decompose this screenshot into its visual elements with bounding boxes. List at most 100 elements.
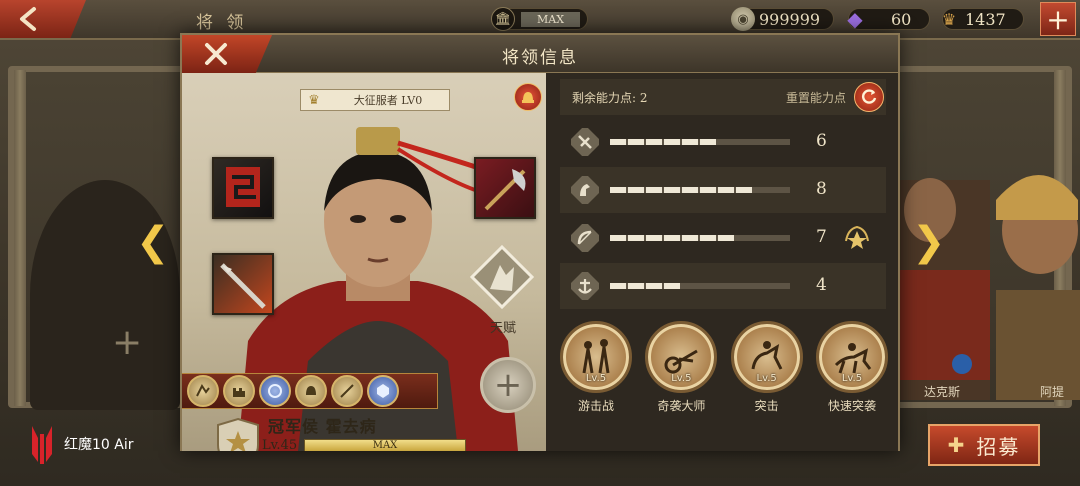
background-heroes bbox=[900, 175, 1080, 400]
stat-bar-segment bbox=[772, 283, 788, 289]
horse-icon bbox=[568, 173, 602, 207]
skill-icon: Lv.5 bbox=[815, 321, 888, 393]
stat-bar-segment bbox=[646, 235, 662, 241]
add-hero-icon[interactable]: + bbox=[112, 322, 142, 363]
helmet-icon bbox=[522, 92, 534, 103]
red-magic-logo-icon bbox=[32, 426, 52, 464]
axe-icon bbox=[484, 169, 526, 211]
stat-bar-segment bbox=[628, 187, 644, 193]
add-trait-button[interactable]: + bbox=[480, 357, 536, 413]
skills-row: Lv.5 游击战 Lv.5 奇袭大师 Lv.5 突击 Lv.5 快速突袭 bbox=[556, 321, 892, 414]
bow-icon bbox=[568, 221, 602, 255]
stat-bar-segment bbox=[628, 139, 644, 145]
stat-bar-segment bbox=[754, 235, 770, 241]
skill-name: 游击战 bbox=[577, 399, 614, 413]
skill-rapid-raid[interactable]: Lv.5 快速突袭 bbox=[812, 321, 892, 414]
hero-name: 冠军侯 霍去病 bbox=[268, 417, 377, 436]
page-title: 将 领 bbox=[196, 13, 248, 33]
skill-assault[interactable]: Lv.5 突击 bbox=[727, 321, 807, 414]
sword-icon bbox=[568, 125, 602, 159]
stat-row-attack[interactable]: 6 bbox=[560, 119, 886, 165]
skill-ambush-master[interactable]: Lv.5 奇袭大师 bbox=[641, 321, 721, 414]
skill-icon: Lv.5 bbox=[645, 321, 718, 393]
stat-bar-segment bbox=[610, 187, 626, 193]
stat-bar-segment bbox=[610, 139, 626, 145]
stat-bar-segment bbox=[754, 139, 770, 145]
skill-icon: Lv.5 bbox=[730, 321, 803, 393]
weapon-equipment-slot[interactable] bbox=[212, 253, 274, 315]
stat-bar-segment bbox=[736, 139, 752, 145]
next-hero-arrow[interactable]: ❯ bbox=[912, 220, 946, 264]
general-info-dialog: 将领信息 ♛ 大征服者 LV0 天赋 + 冠军侯 霍去病 Lv.45 MAX 剩… bbox=[180, 33, 900, 451]
trait-shield-icon[interactable] bbox=[259, 375, 291, 407]
refresh-icon bbox=[862, 89, 877, 104]
recruit-icon: ✚ bbox=[947, 433, 967, 457]
talent-button[interactable] bbox=[469, 244, 535, 310]
stat-value: 7 bbox=[816, 227, 827, 247]
stat-bar bbox=[610, 139, 790, 145]
ability-points-row: 剩余能力点: 2 重置能力点 bbox=[560, 79, 886, 115]
locked-hero-silhouette bbox=[30, 180, 180, 410]
hero-portrait-panel: ♛ 大征服者 LV0 天赋 + 冠军侯 霍去病 Lv.45 MAX bbox=[182, 73, 546, 451]
stat-bar-segment bbox=[646, 283, 662, 289]
trait-crest-icon[interactable] bbox=[367, 375, 399, 407]
banner-equipment-slot[interactable] bbox=[212, 157, 274, 219]
hero-level: Lv.45 bbox=[262, 438, 298, 451]
stat-bar-segment bbox=[736, 187, 752, 193]
hero-label: 达克斯 bbox=[924, 385, 961, 399]
crown-icon: ♛ bbox=[308, 92, 320, 108]
trait-rider-icon[interactable] bbox=[187, 375, 219, 407]
stat-bar-segment bbox=[646, 139, 662, 145]
attributes-panel: 剩余能力点: 2 重置能力点 6 8 7 4 Lv.5 游击战 Lv.5 奇袭大… bbox=[546, 73, 898, 451]
back-arrow-icon bbox=[20, 7, 36, 31]
reset-points-button[interactable] bbox=[854, 82, 884, 112]
gem-counter: ◆ 60 bbox=[847, 7, 930, 31]
level-row: Lv.45 MAX bbox=[262, 438, 466, 451]
skill-guerrilla[interactable]: Lv.5 游击战 bbox=[556, 321, 636, 414]
stat-bar-segment bbox=[682, 187, 698, 193]
food-counter: ♛ 1437 bbox=[942, 8, 1024, 30]
stat-bar-segment bbox=[700, 283, 716, 289]
back-button[interactable] bbox=[0, 0, 86, 38]
stat-bar bbox=[610, 187, 790, 193]
star-medal-icon[interactable] bbox=[842, 223, 872, 253]
stat-bar-segment bbox=[700, 235, 716, 241]
dialog-title: 将领信息 bbox=[502, 48, 578, 68]
stat-bar-segment bbox=[718, 283, 734, 289]
stat-bar-segment bbox=[754, 187, 770, 193]
hero-label: 阿提 bbox=[1040, 385, 1065, 399]
stat-bar-segment bbox=[718, 139, 734, 145]
stat-bar-segment bbox=[736, 235, 752, 241]
add-resource-button[interactable]: + bbox=[1040, 2, 1076, 36]
prev-hero-arrow[interactable]: ❮ bbox=[136, 220, 170, 264]
dialog-header: 将领信息 bbox=[182, 35, 898, 73]
trait-spear-icon[interactable] bbox=[331, 375, 363, 407]
coin-icon: ◉ bbox=[731, 7, 755, 31]
stat-bar bbox=[610, 235, 790, 241]
stat-bar-segment bbox=[700, 187, 716, 193]
exp-bar: MAX bbox=[304, 439, 466, 451]
rank-badge[interactable]: ♛ 大征服者 LV0 bbox=[300, 89, 450, 111]
recruit-button[interactable]: ✚ 招募 bbox=[928, 424, 1040, 466]
stat-bar-segment bbox=[628, 283, 644, 289]
temple-icon: 🏛 bbox=[491, 7, 515, 31]
banner-icon bbox=[226, 167, 260, 207]
trait-helmet-icon[interactable] bbox=[295, 375, 327, 407]
stat-row-cavalry[interactable]: 8 bbox=[560, 167, 886, 213]
silver-counter: ◉ 999999 bbox=[731, 7, 834, 31]
building-level: 🏛 MAX bbox=[491, 7, 588, 31]
stat-value: 6 bbox=[816, 131, 827, 151]
axe-equipment-slot[interactable] bbox=[474, 157, 536, 219]
stat-bar-segment bbox=[718, 235, 734, 241]
stat-bar-segment bbox=[754, 283, 770, 289]
stat-bar bbox=[610, 283, 790, 289]
hero-detail-badge[interactable] bbox=[514, 83, 542, 111]
trait-castle-icon[interactable] bbox=[223, 375, 255, 407]
talent-label: 天赋 bbox=[490, 321, 517, 336]
stat-row-navy[interactable]: 4 bbox=[560, 263, 886, 309]
stat-row-archery[interactable]: 7 bbox=[560, 215, 886, 261]
crown-icon: ♛ bbox=[941, 9, 957, 29]
stat-bar-segment bbox=[664, 139, 680, 145]
stat-bar-segment bbox=[718, 187, 734, 193]
stat-bar-segment bbox=[682, 235, 698, 241]
